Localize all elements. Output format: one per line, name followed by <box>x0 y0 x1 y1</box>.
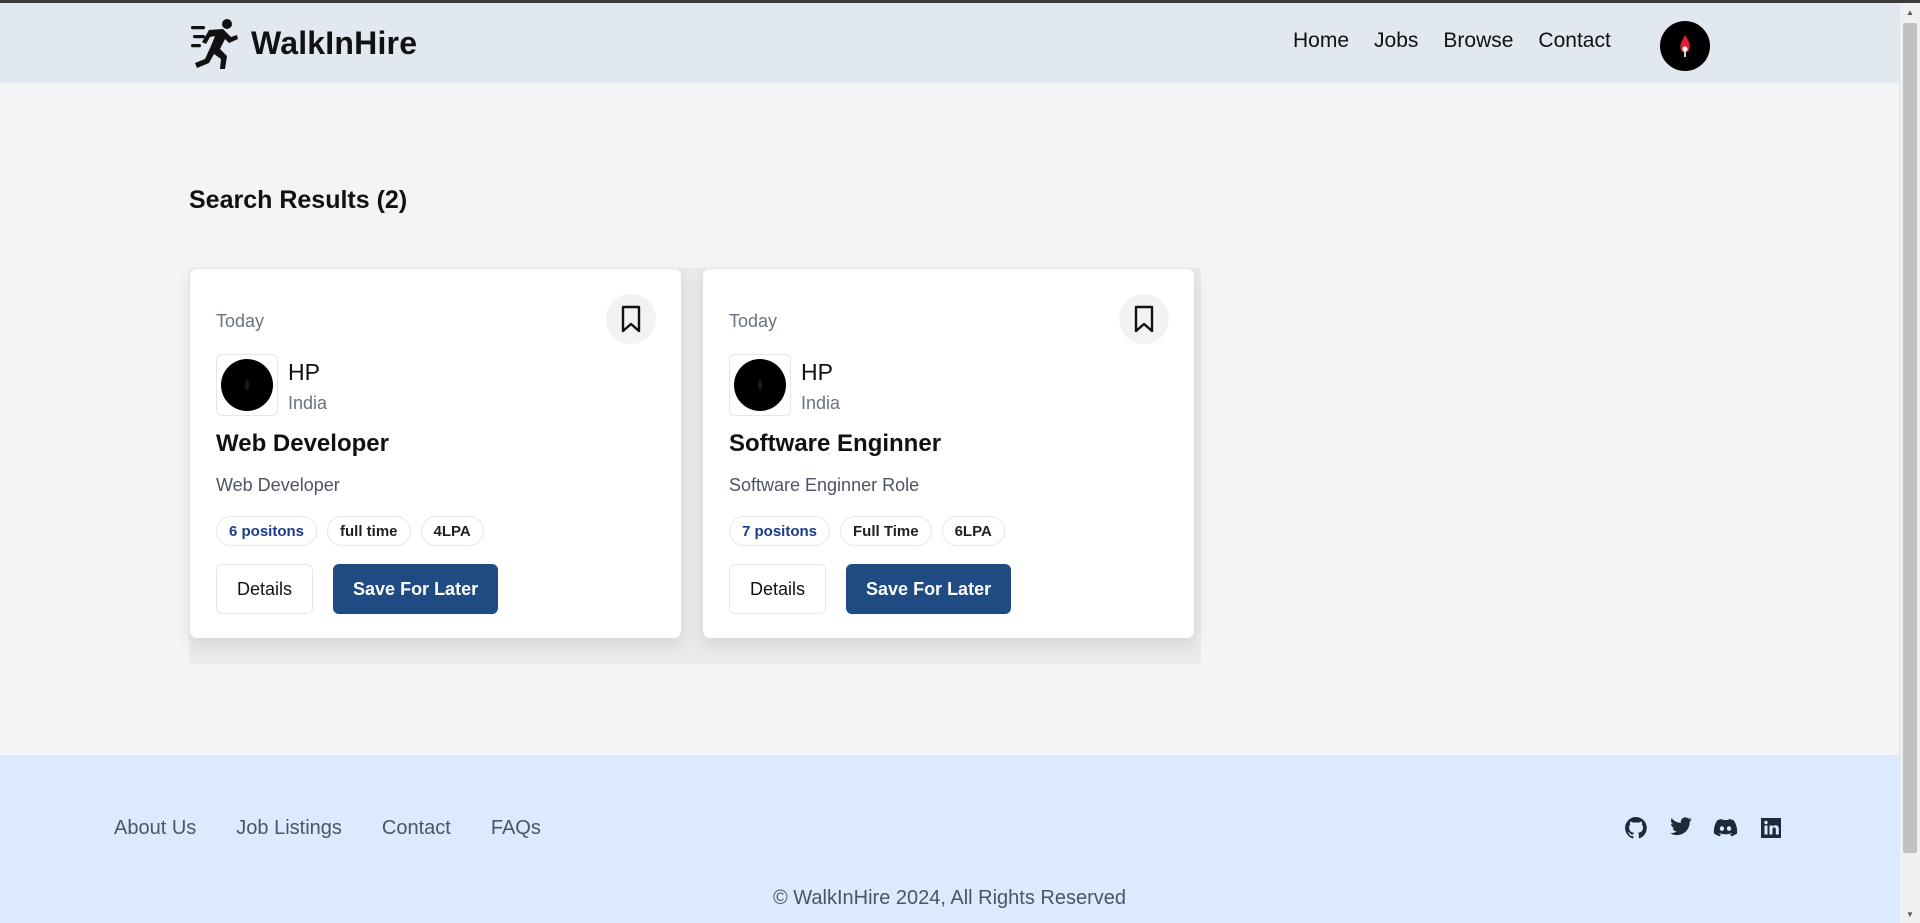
user-avatar[interactable] <box>1660 21 1710 71</box>
copyright: © WalkInHire 2024, All Rights Reserved <box>772 887 1127 909</box>
company-logo <box>216 354 278 416</box>
footer-link-faqs[interactable]: FAQs <box>491 817 541 840</box>
brand-name: WalkInHire <box>251 24 418 61</box>
job-actions: Details Save For Later <box>216 564 499 614</box>
footer: About Us Job Listings Contact FAQs © Wal… <box>0 755 1899 923</box>
positions-badge: 6 positons <box>216 516 318 546</box>
footer-nav: About Us Job Listings Contact FAQs <box>114 817 541 840</box>
social-links <box>1623 815 1783 840</box>
bookmark-button[interactable] <box>1119 294 1169 344</box>
brand[interactable]: WalkInHire <box>189 16 417 70</box>
company-name: HP <box>288 359 320 385</box>
company-logo <box>729 354 791 416</box>
company-location: India <box>801 393 841 413</box>
discord-icon[interactable] <box>1713 815 1738 840</box>
job-title: Web Developer <box>216 430 389 457</box>
bookmark-icon <box>621 305 641 333</box>
salary-badge: 4LPA <box>420 516 484 546</box>
nav-link-browse[interactable]: Browse <box>1443 29 1513 53</box>
save-for-later-button[interactable]: Save For Later <box>846 564 1012 614</box>
footer-link-contact[interactable]: Contact <box>382 817 451 840</box>
page-title: Search Results (2) <box>189 186 408 214</box>
linkedin-icon[interactable] <box>1758 815 1783 840</box>
company-location: India <box>288 393 328 413</box>
job-type-badge: Full Time <box>840 516 932 546</box>
job-description: Web Developer <box>216 475 340 495</box>
nav-link-contact[interactable]: Contact <box>1538 29 1610 53</box>
company-logo-icon <box>221 359 273 411</box>
job-type-badge: full time <box>327 516 411 546</box>
company-logo-icon <box>734 359 786 411</box>
avatar-flame-icon <box>1680 35 1690 57</box>
scrollbar-thumb[interactable] <box>1903 23 1917 853</box>
job-card: Today HP India Web Developer Web Develop… <box>190 269 681 638</box>
scroll-down-arrow-icon[interactable]: ▼ <box>1900 905 1920 923</box>
job-tags: 6 positons full time 4LPA <box>216 516 484 546</box>
bookmark-button[interactable] <box>606 294 656 344</box>
details-button[interactable]: Details <box>729 564 827 614</box>
running-man-icon <box>189 16 243 70</box>
job-date: Today <box>729 311 778 331</box>
job-card: Today HP India Software Enginner Softwar… <box>703 269 1194 638</box>
job-description: Software Enginner Role <box>729 475 920 495</box>
job-tags: 7 positons Full Time 6LPA <box>729 516 1005 546</box>
main-nav: Home Jobs Browse Contact <box>1293 29 1611 53</box>
positions-badge: 7 positons <box>729 516 831 546</box>
salary-badge: 6LPA <box>941 516 1005 546</box>
job-title: Software Enginner <box>729 430 942 457</box>
job-actions: Details Save For Later <box>729 564 1012 614</box>
scrollbar[interactable]: ▲ ▼ <box>1899 3 1920 923</box>
bookmark-icon <box>1134 305 1154 333</box>
company-name: HP <box>801 359 833 385</box>
footer-link-job-listings[interactable]: Job Listings <box>236 817 342 840</box>
navbar: WalkInHire Home Jobs Browse Contact <box>0 3 1899 83</box>
nav-link-home[interactable]: Home <box>1293 29 1349 53</box>
footer-link-about[interactable]: About Us <box>114 817 196 840</box>
job-date: Today <box>216 311 265 331</box>
details-button[interactable]: Details <box>216 564 314 614</box>
nav-link-jobs[interactable]: Jobs <box>1374 29 1418 53</box>
github-icon[interactable] <box>1623 815 1648 840</box>
twitter-icon[interactable] <box>1668 815 1693 840</box>
scroll-up-arrow-icon[interactable]: ▲ <box>1900 3 1920 21</box>
save-for-later-button[interactable]: Save For Later <box>333 564 499 614</box>
